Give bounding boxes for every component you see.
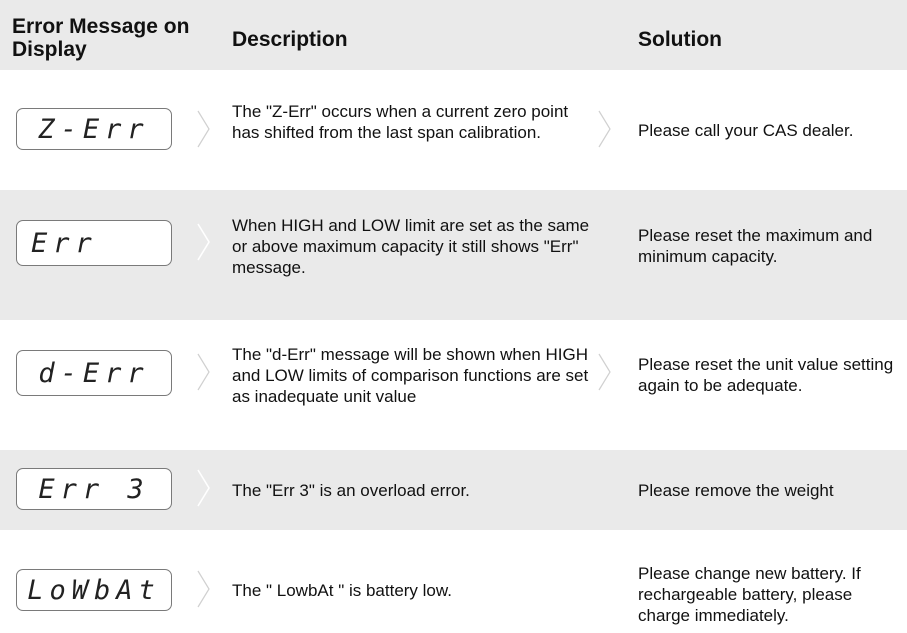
lcd-display: LoWbAt (16, 569, 172, 611)
lcd-text: Err (31, 227, 98, 259)
chevron-right-icon (197, 469, 210, 507)
header-error-message: Error Message on Display (12, 15, 190, 61)
lcd-display: d-Err (16, 350, 172, 396)
table-header: Error Message on Display Description Sol… (0, 0, 907, 70)
row-solution: Please reset the maximum and minimum cap… (638, 226, 873, 266)
chevron-right-icon (598, 110, 611, 148)
lcd-display: Z-Err (16, 108, 172, 150)
chevron-right-icon (598, 353, 611, 391)
row-description: The " LowbAt " is battery low. (232, 580, 452, 600)
table-row: Err When HIGH and LOW limit are set as t… (0, 190, 907, 320)
row-solution: Please call your CAS dealer. (638, 120, 854, 140)
chevron-right-icon (197, 353, 210, 391)
lcd-text: Z-Err (38, 113, 150, 145)
lcd-text: LoWbAt (27, 574, 161, 606)
table-row: Z-Err The "Z-Err" occurs when a current … (0, 70, 907, 190)
table-row: Err 3 The "Err 3" is an overload error. … (0, 450, 907, 530)
row-solution: Please remove the weight (638, 480, 834, 500)
row-description: The "d-Err" message will be shown when H… (232, 344, 589, 406)
row-solution: Please change new battery. If rechargeab… (638, 564, 861, 625)
chevron-right-icon (197, 110, 210, 148)
row-solution: Please reset the unit value setting agai… (638, 355, 894, 395)
lcd-display: Err 3 (16, 468, 172, 510)
lcd-text: d-Err (38, 357, 150, 389)
row-description: The "Z-Err" occurs when a current zero p… (232, 102, 569, 142)
row-description: When HIGH and LOW limit are set as the s… (232, 215, 590, 277)
chevron-right-icon (197, 570, 210, 608)
table-row: d-Err The "d-Err" message will be shown … (0, 320, 907, 440)
lcd-text: Err 3 (38, 473, 150, 505)
header-solution: Solution (638, 28, 722, 51)
row-description: The "Err 3" is an overload error. (232, 480, 470, 500)
lcd-display: Err (16, 220, 172, 266)
header-description: Description (232, 28, 348, 51)
table-row: LoWbAt The " LowbAt " is battery low. Pl… (0, 545, 907, 633)
chevron-right-icon (197, 223, 210, 261)
